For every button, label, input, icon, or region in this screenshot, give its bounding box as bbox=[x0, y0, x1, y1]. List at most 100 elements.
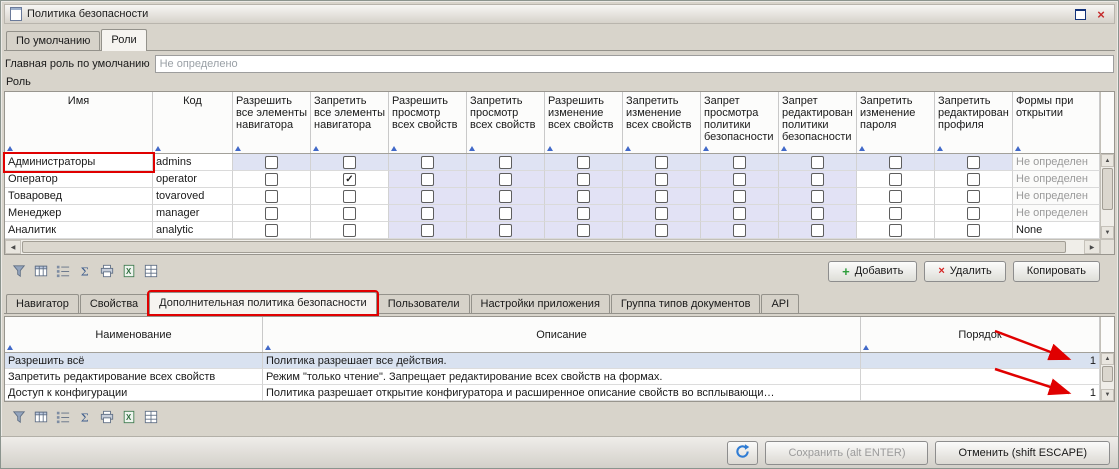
checkbox-icon[interactable] bbox=[967, 224, 980, 237]
role-forms-cell[interactable]: Не определен bbox=[1013, 205, 1100, 222]
role-permission-cell[interactable] bbox=[389, 188, 467, 205]
bottom-tab-5[interactable]: Группа типов документов bbox=[611, 294, 761, 313]
scrollbar-thumb[interactable] bbox=[22, 241, 1066, 253]
sum-icon[interactable]: Σ bbox=[75, 262, 94, 280]
role-permission-cell[interactable]: ✓ bbox=[311, 171, 389, 188]
role-code-cell[interactable]: analytic bbox=[153, 222, 233, 239]
role-permission-cell[interactable] bbox=[935, 222, 1013, 239]
checkbox-icon[interactable] bbox=[889, 207, 902, 220]
roles-column-header[interactable]: Разрешить все элементы навигатора bbox=[233, 92, 311, 153]
roles-column-header[interactable]: Код bbox=[153, 92, 233, 153]
scroll-up-icon[interactable]: ▲ bbox=[1101, 353, 1114, 365]
role-permission-cell[interactable] bbox=[623, 154, 701, 171]
checkbox-icon[interactable] bbox=[733, 173, 746, 186]
roles-column-header[interactable]: Запретить изменение пароля bbox=[857, 92, 935, 153]
checkbox-icon[interactable] bbox=[343, 190, 356, 203]
checkbox-icon[interactable] bbox=[889, 173, 902, 186]
checkbox-icon[interactable] bbox=[499, 173, 512, 186]
checkbox-icon[interactable] bbox=[889, 224, 902, 237]
role-permission-cell[interactable] bbox=[623, 171, 701, 188]
print-icon[interactable] bbox=[97, 262, 116, 280]
roles-column-header[interactable]: Запрет просмотра политики безопасности bbox=[701, 92, 779, 153]
checkbox-icon[interactable] bbox=[577, 224, 590, 237]
role-permission-cell[interactable] bbox=[545, 222, 623, 239]
checkbox-icon[interactable] bbox=[967, 173, 980, 186]
role-permission-cell[interactable] bbox=[233, 205, 311, 222]
role-permission-cell[interactable] bbox=[779, 171, 857, 188]
checkbox-icon[interactable] bbox=[577, 156, 590, 169]
roles-column-header[interactable]: Запретить все элементы навигатора bbox=[311, 92, 389, 153]
filter-icon[interactable] bbox=[9, 262, 28, 280]
scroll-down-icon[interactable]: ▼ bbox=[1101, 226, 1114, 239]
filter-icon[interactable] bbox=[9, 408, 28, 426]
checkbox-icon[interactable] bbox=[421, 173, 434, 186]
role-forms-cell[interactable]: Не определен bbox=[1013, 188, 1100, 205]
policy-description-cell[interactable]: Политика разрешает все действия. bbox=[263, 353, 861, 369]
checkbox-checked-icon[interactable]: ✓ bbox=[343, 173, 356, 186]
bottom-tab-1[interactable]: Свойства bbox=[80, 294, 148, 313]
role-permission-cell[interactable] bbox=[233, 171, 311, 188]
role-name-cell[interactable]: Менеджер bbox=[5, 205, 153, 222]
role-permission-cell[interactable] bbox=[389, 222, 467, 239]
role-forms-cell[interactable]: None bbox=[1013, 222, 1100, 239]
scrollbar-track[interactable] bbox=[1101, 211, 1114, 226]
roles-column-header[interactable]: Разрешить просмотр всех свойств bbox=[389, 92, 467, 153]
excel-icon[interactable]: X bbox=[119, 262, 138, 280]
policy-table-row[interactable]: Запретить редактирование всех свойствРеж… bbox=[5, 369, 1100, 385]
role-permission-cell[interactable] bbox=[779, 154, 857, 171]
policy-order-cell[interactable]: 1 bbox=[861, 353, 1100, 369]
role-permission-cell[interactable] bbox=[857, 171, 935, 188]
role-permission-cell[interactable] bbox=[233, 222, 311, 239]
role-permission-cell[interactable] bbox=[467, 222, 545, 239]
checkbox-icon[interactable] bbox=[421, 156, 434, 169]
role-permission-cell[interactable] bbox=[701, 222, 779, 239]
checkbox-icon[interactable] bbox=[811, 207, 824, 220]
checkbox-icon[interactable] bbox=[499, 156, 512, 169]
checkbox-icon[interactable] bbox=[811, 173, 824, 186]
checkbox-icon[interactable] bbox=[889, 156, 902, 169]
role-permission-cell[interactable] bbox=[389, 154, 467, 171]
checkbox-icon[interactable] bbox=[343, 156, 356, 169]
checkbox-icon[interactable] bbox=[421, 190, 434, 203]
roles-column-header[interactable]: Разрешить изменение всех свойств bbox=[545, 92, 623, 153]
bottom-tab-3[interactable]: Пользователи bbox=[378, 294, 470, 313]
role-permission-cell[interactable] bbox=[545, 205, 623, 222]
checkbox-icon[interactable] bbox=[967, 190, 980, 203]
role-permission-cell[interactable] bbox=[311, 222, 389, 239]
role-permission-cell[interactable] bbox=[701, 188, 779, 205]
bottom-tab-0[interactable]: Навигатор bbox=[6, 294, 79, 313]
checkbox-icon[interactable] bbox=[577, 173, 590, 186]
policy-name-cell[interactable]: Запретить редактирование всех свойств bbox=[5, 369, 263, 385]
roles-horizontal-scrollbar[interactable]: ◀ ▶ bbox=[5, 239, 1100, 254]
roles-column-header[interactable]: Формы при открытии bbox=[1013, 92, 1100, 153]
role-code-cell[interactable]: manager bbox=[153, 205, 233, 222]
checkbox-icon[interactable] bbox=[265, 224, 278, 237]
checkbox-icon[interactable] bbox=[811, 190, 824, 203]
role-permission-cell[interactable] bbox=[779, 205, 857, 222]
role-permission-cell[interactable] bbox=[857, 188, 935, 205]
scroll-left-icon[interactable]: ◀ bbox=[5, 240, 21, 254]
policy-order-cell[interactable] bbox=[861, 369, 1100, 385]
role-name-cell[interactable]: Товаровед bbox=[5, 188, 153, 205]
scroll-down-icon[interactable]: ▼ bbox=[1101, 389, 1114, 401]
role-permission-cell[interactable] bbox=[857, 154, 935, 171]
top-tab-0[interactable]: По умолчанию bbox=[6, 31, 100, 50]
top-tab-1[interactable]: Роли bbox=[101, 29, 146, 51]
checkbox-icon[interactable] bbox=[265, 190, 278, 203]
checkbox-icon[interactable] bbox=[265, 156, 278, 169]
policy-table-row[interactable]: Разрешить всёПолитика разрешает все дейс… bbox=[5, 353, 1100, 369]
checkbox-icon[interactable] bbox=[577, 190, 590, 203]
role-permission-cell[interactable] bbox=[935, 205, 1013, 222]
role-permission-cell[interactable] bbox=[935, 171, 1013, 188]
checkbox-icon[interactable] bbox=[811, 224, 824, 237]
policy-name-cell[interactable]: Разрешить всё bbox=[5, 353, 263, 369]
print-icon[interactable] bbox=[97, 408, 116, 426]
role-code-cell[interactable]: operator bbox=[153, 171, 233, 188]
refresh-button[interactable] bbox=[727, 441, 758, 465]
columns-icon[interactable] bbox=[31, 408, 50, 426]
role-forms-cell[interactable]: Не определен bbox=[1013, 171, 1100, 188]
role-permission-cell[interactable] bbox=[779, 188, 857, 205]
excel-icon[interactable]: X bbox=[119, 408, 138, 426]
role-permission-cell[interactable] bbox=[935, 154, 1013, 171]
scrollbar-thumb[interactable] bbox=[1102, 366, 1113, 382]
